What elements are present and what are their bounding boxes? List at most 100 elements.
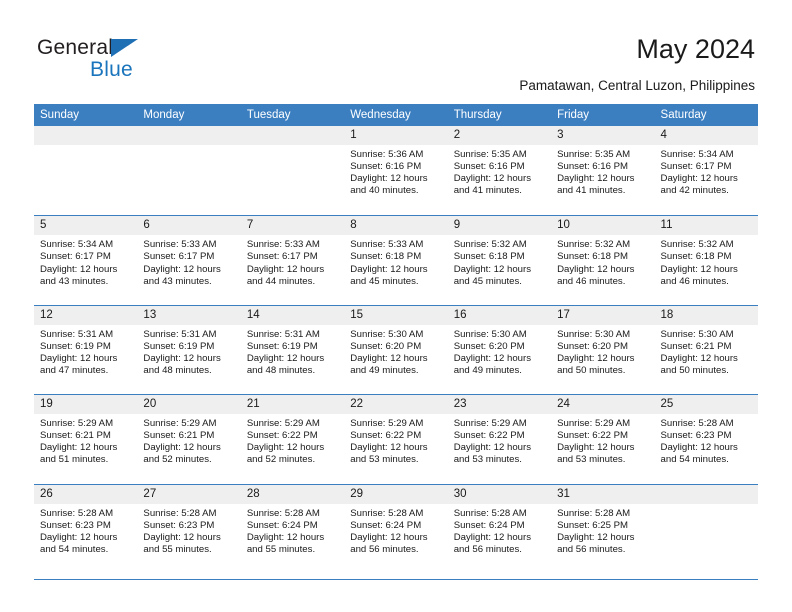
day-cell-20[interactable]: 20 Sunrise: 5:29 AM Sunset: 6:21 PM Dayligh… <box>137 395 241 484</box>
day-sun-info: Sunrise: 5:29 AM Sunset: 6:22 PM Daylight:… <box>551 414 654 466</box>
day-sun-info: Sunrise: 5:33 AM Sunset: 6:17 PM Daylight:… <box>241 235 344 287</box>
day-number: 6 <box>137 216 241 236</box>
day-cell-12[interactable]: 12 Sunrise: 5:31 AM Sunset: 6:19 PM Dayligh… <box>34 305 138 395</box>
day-info-line: Sunrise: 5:35 AM <box>557 149 631 160</box>
day-number: 2 <box>447 126 552 145</box>
day-info-line: Daylight: 12 hours <box>557 531 635 543</box>
day-cell-13[interactable]: 13 Sunrise: 5:31 AM Sunset: 6:19 PM Dayligh… <box>137 305 241 395</box>
day-cell-21[interactable]: 21 Sunrise: 5:29 AM Sunset: 6:22 PM Dayligh… <box>240 395 345 484</box>
weekday-header-saturday: Saturday <box>660 109 707 121</box>
day-info-line: Sunset: 6:20 PM <box>453 340 525 352</box>
day-info-line: and 40 minutes. <box>350 185 419 197</box>
day-cell-18[interactable]: 18 Sunrise: 5:30 AM Sunset: 6:21 PM Dayligh… <box>654 305 758 395</box>
day-info-line: Daylight: 12 hours <box>40 531 118 543</box>
day-info-line: Daylight: 12 hours <box>40 442 118 454</box>
day-info-line: Daylight: 12 hours <box>453 531 532 543</box>
day-info-line: Sunrise: 5:34 AM <box>660 149 734 160</box>
day-info-line: Sunset: 6:18 PM <box>557 251 629 263</box>
day-cell-27[interactable]: 27 Sunrise: 5:28 AM Sunset: 6:23 PM Dayligh… <box>137 484 241 573</box>
day-sun-info: Sunrise: 5:34 AM Sunset: 6:17 PM Daylight:… <box>34 235 137 287</box>
day-cell-19[interactable]: 19 Sunrise: 5:29 AM Sunset: 6:21 PM Dayligh… <box>34 395 138 484</box>
day-info-line: Daylight: 12 hours <box>143 263 221 275</box>
day-cell-26[interactable]: 26 Sunrise: 5:28 AM Sunset: 6:23 PM Dayligh… <box>34 484 138 573</box>
day-info-line: Sunrise: 5:29 AM <box>143 418 217 430</box>
day-number: 31 <box>551 484 655 504</box>
weekday-header-sunday: Sunday <box>40 109 80 121</box>
day-sun-info: Sunrise: 5:30 AM Sunset: 6:21 PM Daylight:… <box>655 325 758 377</box>
day-number: 18 <box>654 305 758 325</box>
day-info-line: Sunrise: 5:29 AM <box>246 418 320 430</box>
day-number: 23 <box>447 395 552 415</box>
day-cell-5[interactable]: 5 Sunrise: 5:34 AM Sunset: 6:17 PM Daylight… <box>34 216 138 305</box>
day-sun-info: Sunrise: 5:29 AM Sunset: 6:22 PM Daylight:… <box>344 414 447 466</box>
day-info-line: Daylight: 12 hours <box>350 352 428 364</box>
day-info-line: and 51 minutes. <box>40 454 109 466</box>
day-number: 26 <box>34 484 138 504</box>
day-info-line: Daylight: 12 hours <box>453 442 532 454</box>
weekday-header-monday: Monday <box>143 109 185 121</box>
day-info-line: and 41 minutes. <box>453 185 522 197</box>
day-sun-info: Sunrise: 5:35 AM Sunset: 6:16 PM Daylight:… <box>448 145 551 197</box>
day-cell-23[interactable]: 23 Sunrise: 5:29 AM Sunset: 6:22 PM Dayligh… <box>447 395 552 484</box>
day-info-line: Sunset: 6:22 PM <box>453 430 525 442</box>
day-cell-6[interactable]: 6 Sunrise: 5:33 AM Sunset: 6:17 PM Daylight… <box>137 216 241 305</box>
generalblue-logo[interactable]: General Blue <box>37 36 217 82</box>
day-info-line: Sunrise: 5:28 AM <box>40 507 114 519</box>
day-cell-11[interactable]: 11 Sunrise: 5:32 AM Sunset: 6:18 PM Dayligh… <box>654 216 758 305</box>
day-cell-1[interactable]: 1 Sunrise: 5:36 AM Sunset: 6:16 PM Daylight… <box>344 126 448 216</box>
day-cell-14[interactable]: 14 Sunrise: 5:31 AM Sunset: 6:19 PM Dayligh… <box>240 305 345 395</box>
calendar-week-row: 5 Sunrise: 5:34 AM Sunset: 6:17 PM Daylight… <box>34 215 758 305</box>
day-info-line: Sunrise: 5:31 AM <box>246 328 320 340</box>
day-sun-info: Sunrise: 5:28 AM Sunset: 6:24 PM Daylight:… <box>241 504 344 556</box>
day-cell-7[interactable]: 7 Sunrise: 5:33 AM Sunset: 6:17 PM Daylight… <box>240 216 345 305</box>
day-info-line: Daylight: 12 hours <box>246 263 325 275</box>
day-sun-info: Sunrise: 5:32 AM Sunset: 6:18 PM Daylight:… <box>551 235 654 287</box>
day-info-line: and 50 minutes. <box>557 365 626 377</box>
day-cell-16[interactable]: 16 Sunrise: 5:30 AM Sunset: 6:20 PM Dayligh… <box>447 305 552 395</box>
day-cell-29[interactable]: 29 Sunrise: 5:28 AM Sunset: 6:24 PM Dayligh… <box>344 484 448 573</box>
day-cell-30[interactable]: 30 Sunrise: 5:28 AM Sunset: 6:24 PM Dayligh… <box>447 484 552 573</box>
day-info-line: and 49 minutes. <box>350 365 419 377</box>
day-info-line: Daylight: 12 hours <box>246 531 325 543</box>
day-cell-9[interactable]: 9 Sunrise: 5:32 AM Sunset: 6:18 PM Daylight… <box>447 216 552 305</box>
day-info-line: Sunset: 6:18 PM <box>350 251 422 263</box>
day-info-line: and 56 minutes. <box>453 543 522 555</box>
day-cell-10[interactable]: 10 Sunrise: 5:32 AM Sunset: 6:18 PM Dayligh… <box>551 216 655 305</box>
day-sun-info: Sunrise: 5:31 AM Sunset: 6:19 PM Daylight:… <box>137 325 240 377</box>
day-info-line: Sunrise: 5:31 AM <box>143 328 217 340</box>
day-cell-empty <box>137 126 241 216</box>
day-info-line: and 54 minutes. <box>660 454 729 466</box>
day-cell-22[interactable]: 22 Sunrise: 5:29 AM Sunset: 6:22 PM Dayligh… <box>344 395 448 484</box>
logo-text-general: General <box>37 36 114 59</box>
day-cell-24[interactable]: 24 Sunrise: 5:29 AM Sunset: 6:22 PM Dayligh… <box>551 395 655 484</box>
day-cell-3[interactable]: 3 Sunrise: 5:35 AM Sunset: 6:16 PM Daylight… <box>551 126 655 216</box>
day-info-line: and 47 minutes. <box>40 365 109 377</box>
day-info-line: Daylight: 12 hours <box>660 352 738 364</box>
day-sun-info: Sunrise: 5:35 AM Sunset: 6:16 PM Daylight:… <box>551 145 654 197</box>
day-info-line: Sunrise: 5:32 AM <box>453 239 527 251</box>
day-cell-25[interactable]: 25 Sunrise: 5:28 AM Sunset: 6:23 PM Dayligh… <box>654 395 758 484</box>
day-info-line: Sunset: 6:17 PM <box>660 161 732 173</box>
calendar-week-row: 12 Sunrise: 5:31 AM Sunset: 6:19 PM Dayligh… <box>34 304 758 395</box>
day-cell-2[interactable]: 2 Sunrise: 5:35 AM Sunset: 6:16 PM Daylight… <box>447 126 552 216</box>
day-cell-8[interactable]: 8 Sunrise: 5:33 AM Sunset: 6:18 PM Daylight… <box>344 216 448 305</box>
day-sun-info: Sunrise: 5:33 AM Sunset: 6:18 PM Daylight:… <box>344 235 447 287</box>
day-sun-info: Sunrise: 5:34 AM Sunset: 6:17 PM Daylight:… <box>655 145 758 197</box>
day-info-line: and 45 minutes. <box>453 275 522 287</box>
day-sun-info: Sunrise: 5:30 AM Sunset: 6:20 PM Daylight:… <box>448 325 551 377</box>
day-cell-15[interactable]: 15 Sunrise: 5:30 AM Sunset: 6:20 PM Dayligh… <box>344 305 448 395</box>
day-info-line: Daylight: 12 hours <box>350 442 428 454</box>
day-cell-17[interactable]: 17 Sunrise: 5:30 AM Sunset: 6:20 PM Dayligh… <box>551 305 655 395</box>
day-cell-4[interactable]: 4 Sunrise: 5:34 AM Sunset: 6:17 PM Daylight… <box>654 126 758 216</box>
day-info-line: Sunset: 6:25 PM <box>557 519 629 531</box>
day-cell-28[interactable]: 28 Sunrise: 5:28 AM Sunset: 6:24 PM Dayligh… <box>240 484 345 573</box>
day-cell-empty <box>240 126 345 216</box>
day-number: 12 <box>34 305 138 325</box>
day-info-line: Sunset: 6:20 PM <box>350 340 422 352</box>
day-info-line: and 55 minutes. <box>246 543 316 555</box>
day-info-line: Daylight: 12 hours <box>660 263 738 275</box>
day-number: 13 <box>137 305 241 325</box>
day-number: 9 <box>447 216 552 236</box>
day-cell-31[interactable]: 31 Sunrise: 5:28 AM Sunset: 6:25 PM Dayligh… <box>551 484 655 573</box>
day-info-line: Sunrise: 5:33 AM <box>350 239 424 251</box>
